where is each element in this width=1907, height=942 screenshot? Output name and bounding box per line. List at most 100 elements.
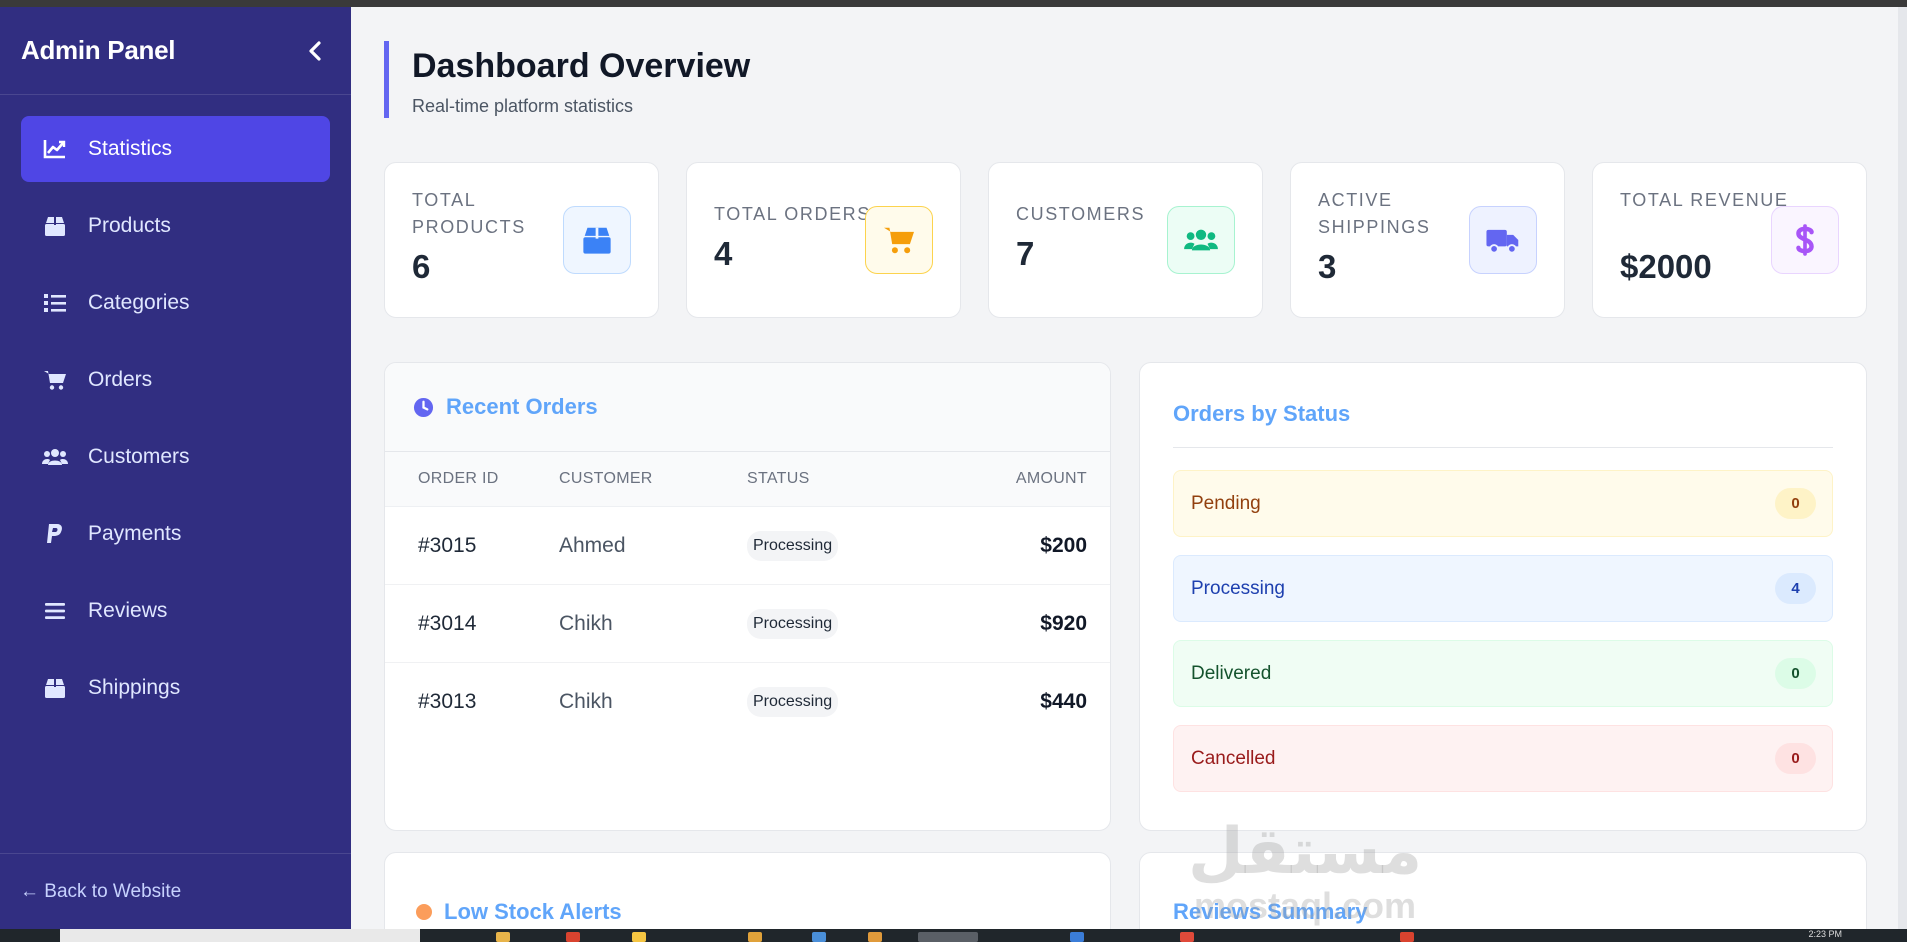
- sidebar-item-shippings[interactable]: Shippings: [21, 655, 330, 721]
- status-label: Cancelled: [1191, 747, 1276, 769]
- order-customer: Ahmed: [559, 533, 626, 557]
- sidebar-item-payments[interactable]: Payments: [21, 501, 330, 567]
- stat-value: 6: [412, 248, 431, 285]
- taskbar-app-icon[interactable]: [868, 932, 882, 942]
- sidebar-item-products[interactable]: Products: [21, 193, 330, 259]
- orders-by-status-title: Orders by Status: [1173, 401, 1351, 426]
- paypal-icon: [42, 521, 68, 547]
- taskbar-app-icon[interactable]: [1180, 932, 1194, 942]
- low-stock-title: Low Stock Alerts: [444, 899, 622, 924]
- status-badge: Processing: [747, 687, 839, 717]
- sidebar-item-label: Reviews: [88, 599, 168, 622]
- sidebar-item-label: Statistics: [88, 137, 173, 160]
- cart-icon: [865, 206, 933, 274]
- sidebar-item-label: Categories: [88, 291, 190, 314]
- box-icon: [563, 206, 631, 274]
- stat-value: 3: [1318, 248, 1337, 285]
- recent-orders-header: Recent Orders: [385, 363, 1110, 452]
- column-header: AMOUNT: [1015, 470, 1087, 487]
- sidebar-item-label: Orders: [88, 368, 153, 391]
- taskbar-app-icon[interactable]: [1070, 932, 1084, 942]
- status-row-delivered[interactable]: Delivered 0: [1173, 640, 1833, 707]
- taskbar-app-icon[interactable]: [1400, 932, 1414, 942]
- stats-row: Total Products 6 Total Orders 4 Customer…: [384, 162, 1867, 318]
- sidebar-item-label: Payments: [88, 522, 182, 545]
- list-icon: [42, 290, 68, 316]
- order-customer: Chikh: [559, 690, 613, 713]
- orders-table-header: ORDER ID CUSTOMER STATUS AMOUNT: [385, 452, 1110, 507]
- table-row[interactable]: #3015 Ahmed Processing $200: [385, 507, 1110, 585]
- status-list: Pending 0 Processing 4 Delivered 0 Cance…: [1140, 448, 1866, 792]
- page-header: Dashboard Overview Real-time platform st…: [384, 41, 750, 118]
- order-id: #3014: [418, 611, 477, 635]
- taskbar-app-icon[interactable]: [496, 932, 510, 942]
- status-label: Delivered: [1191, 662, 1272, 684]
- stat-label: Total Orders: [714, 204, 871, 224]
- taskbar-app-icon[interactable]: [632, 932, 646, 942]
- stat-card-total-products: Total Products 6: [384, 162, 659, 318]
- orders-table-body: #3015 Ahmed Processing $200 #3014 Chikh …: [385, 507, 1110, 741]
- cart-icon: [42, 367, 68, 393]
- column-header: CUSTOMER: [559, 470, 653, 487]
- taskbar-app-icon[interactable]: [748, 932, 762, 942]
- order-id: #3013: [418, 690, 477, 713]
- status-badge: Processing: [747, 530, 839, 561]
- back-to-website-link[interactable]: ← Back to Website: [0, 853, 351, 929]
- taskbar-search-area[interactable]: [60, 929, 420, 942]
- box-icon: [42, 675, 68, 701]
- status-label: Pending: [1191, 492, 1261, 514]
- low-stock-header: Low Stock Alerts: [416, 899, 622, 925]
- taskbar-app-icon[interactable]: [812, 932, 826, 942]
- main-content: Dashboard Overview Real-time platform st…: [351, 7, 1907, 929]
- status-row-pending[interactable]: Pending 0: [1173, 470, 1833, 537]
- clock-icon: [413, 397, 434, 418]
- sidebar-item-label: Shippings: [88, 676, 181, 699]
- order-id: #3015: [418, 533, 477, 557]
- sidebar-title: Admin Panel: [21, 35, 176, 65]
- status-row-processing[interactable]: Processing 4: [1173, 555, 1833, 622]
- bars-icon: [42, 598, 68, 624]
- stat-value: 7: [1016, 235, 1035, 272]
- truck-icon: [1469, 206, 1537, 274]
- window-top-strip: [0, 0, 1907, 7]
- sidebar: Admin Panel Statistics Products Categori…: [0, 7, 351, 929]
- sidebar-nav: Statistics Products Categories Orders Cu…: [0, 95, 351, 721]
- sidebar-item-customers[interactable]: Customers: [21, 424, 330, 490]
- stat-value: 4: [714, 235, 733, 272]
- chart-line-icon: [42, 136, 68, 162]
- taskbar-active-app[interactable]: [918, 932, 978, 942]
- page-subtitle: Real-time platform statistics: [412, 96, 634, 116]
- collapse-sidebar-button[interactable]: [301, 37, 329, 65]
- stat-card-active-shippings: Active Shippings 3: [1290, 162, 1565, 318]
- status-count-badge: 0: [1775, 658, 1816, 689]
- table-row[interactable]: #3013 Chikh Processing $440: [385, 663, 1110, 741]
- status-count-badge: 4: [1775, 573, 1816, 604]
- sidebar-item-orders[interactable]: Orders: [21, 347, 330, 413]
- order-amount: $200: [1040, 533, 1087, 557]
- stat-card-total-revenue: Total Revenue $2000: [1592, 162, 1867, 318]
- table-row[interactable]: #3014 Chikh Processing $920: [385, 585, 1110, 663]
- sidebar-item-label: Products: [88, 214, 171, 237]
- stat-label: Total Products: [412, 190, 526, 237]
- scrollbar[interactable]: [1898, 7, 1907, 929]
- status-label: Processing: [1191, 577, 1285, 599]
- reviews-summary-title: Reviews Summary: [1173, 899, 1368, 924]
- stat-card-customers: Customers 7: [988, 162, 1263, 318]
- taskbar-app-icon[interactable]: [566, 932, 580, 942]
- stat-label: Active Shippings: [1318, 190, 1431, 237]
- sidebar-item-reviews[interactable]: Reviews: [21, 578, 330, 644]
- sidebar-item-label: Customers: [88, 445, 190, 468]
- alert-dot-icon: [416, 904, 432, 920]
- sidebar-item-statistics[interactable]: Statistics: [21, 116, 330, 182]
- status-count-badge: 0: [1775, 488, 1816, 519]
- order-amount: $440: [1040, 690, 1087, 713]
- reviews-summary-panel: Reviews Summary: [1139, 852, 1867, 929]
- sidebar-item-categories[interactable]: Categories: [21, 270, 330, 336]
- status-row-cancelled[interactable]: Cancelled 0: [1173, 725, 1833, 792]
- low-stock-panel: Low Stock Alerts: [384, 852, 1111, 929]
- chevron-left-icon: [309, 40, 321, 61]
- stat-label: Total Revenue: [1620, 190, 1789, 210]
- orders-by-status-panel: Orders by Status Pending 0 Processing 4 …: [1139, 362, 1867, 831]
- stat-label: Customers: [1016, 204, 1146, 224]
- stat-card-total-orders: Total Orders 4: [686, 162, 961, 318]
